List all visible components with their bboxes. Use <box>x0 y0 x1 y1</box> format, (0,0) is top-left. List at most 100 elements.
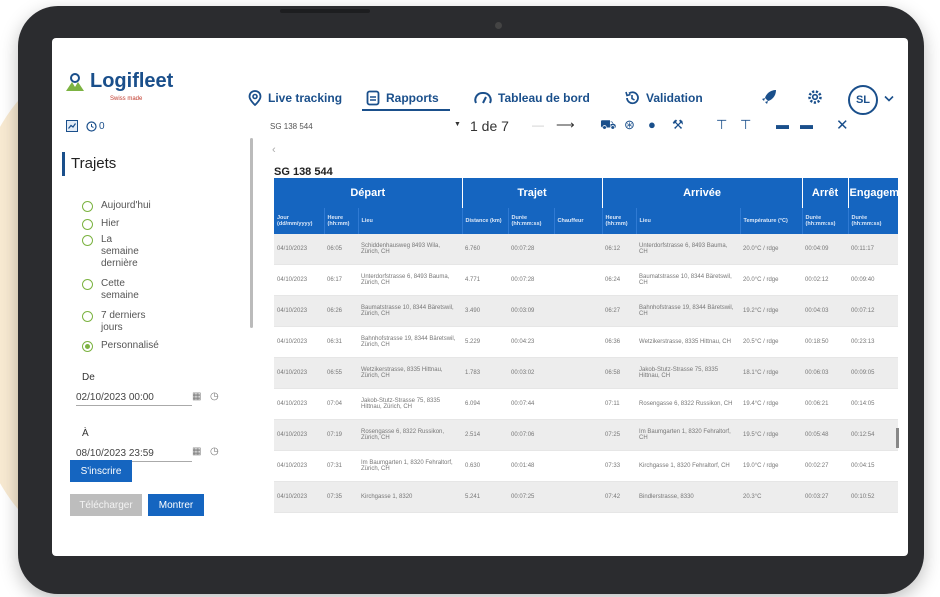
vehicle-select[interactable]: SG 138 544 <box>270 122 313 131</box>
column-header[interactable]: Durée (hh:mm:ss) <box>508 208 555 234</box>
table-cell: 00:03:27 <box>802 481 849 513</box>
clock-tab[interactable]: 0 <box>86 121 105 132</box>
column-header[interactable]: Température (°C) <box>740 208 803 234</box>
table-cell: Wetzikerstrasse, 8335 Hittnau, Zürich, C… <box>358 357 463 389</box>
export-icon[interactable]: ▬ <box>776 117 789 132</box>
table-cell: 00:04:03 <box>802 295 849 327</box>
period-option[interactable]: La semaine dernière <box>82 234 152 270</box>
column-header[interactable]: Lieu <box>636 208 741 234</box>
prev-page-icon[interactable]: — <box>532 118 544 132</box>
table-cell: Baumatstrasse 10, 8344 Bäretswil, Zürich… <box>358 295 463 327</box>
radio-button[interactable] <box>82 235 93 246</box>
table-row[interactable]: 04/10/2023 06:55 Wetzikerstrasse, 8335 Hit… <box>274 357 898 389</box>
table-cell: 00:10:52 <box>848 481 898 513</box>
dropdown-arrow-icon[interactable]: ▼ <box>454 121 461 128</box>
table-row[interactable]: 04/10/2023 06:26 Baumatstrasse 10, 8344 Bä… <box>274 295 898 327</box>
table-cell: Unterdorfstrasse 6, 8493 Bauma, Zürich, … <box>358 264 463 296</box>
align-top-icon[interactable]: ⊤ <box>716 117 727 133</box>
chevron-down-icon[interactable] <box>884 95 894 103</box>
column-header[interactable]: Durée (hh:mm:ss) <box>848 208 898 234</box>
avatar[interactable]: SL <box>848 85 878 115</box>
subscribe-button[interactable]: S'inscrire <box>70 460 132 482</box>
table-row[interactable]: 04/10/2023 07:19 Rosengasse 6, 8322 Russik… <box>274 419 898 451</box>
table-cell: 04/10/2023 <box>274 450 324 482</box>
radio-button-selected[interactable] <box>82 341 93 352</box>
table-row[interactable]: 04/10/2023 06:05 Schiddenhausweg 8493 Wila… <box>274 234 898 265</box>
column-header[interactable]: Lieu <box>358 208 463 234</box>
logo[interactable]: Logifleet <box>64 70 173 93</box>
table-cell: 18.1°C / rdge <box>740 357 803 389</box>
clock-icon[interactable]: ◷ <box>210 446 219 457</box>
rocket-icon[interactable] <box>760 88 778 106</box>
table-cell: 07:33 <box>602 450 637 482</box>
period-option[interactable]: Cette semaine <box>82 278 152 302</box>
back-chevron-icon[interactable]: ‹ <box>272 144 276 156</box>
radio-button[interactable] <box>82 279 93 290</box>
table-row[interactable]: 04/10/2023 07:31 Im Baumgarten 1, 8320 Feh… <box>274 450 898 482</box>
nav-label: Validation <box>646 91 703 105</box>
table-cell: 00:06:21 <box>802 388 849 420</box>
column-header[interactable]: Durée (hh:mm:ss) <box>802 208 849 234</box>
radio-button[interactable] <box>82 311 93 322</box>
close-icon[interactable]: ✕ <box>836 116 849 134</box>
driver-icon[interactable]: ● <box>648 117 656 132</box>
show-button[interactable]: Montrer <box>148 494 204 516</box>
nav-rapports[interactable]: Rapports <box>366 90 439 106</box>
table-cell: 06:27 <box>602 295 637 327</box>
nav-live-tracking[interactable]: Live tracking <box>248 90 342 106</box>
print-icon[interactable]: ▬ <box>800 117 813 132</box>
table-row[interactable]: 04/10/2023 07:35 Kirchgasse 1, 8320 5.241 00… <box>274 481 898 513</box>
period-label: Hier <box>101 218 120 229</box>
table-cell <box>554 481 603 513</box>
calendar-icon[interactable]: ▦ <box>192 391 201 402</box>
next-page-icon[interactable]: ⟶ <box>556 117 575 133</box>
table-cell: 04/10/2023 <box>274 481 324 513</box>
steering-wheel-icon[interactable]: ⊛ <box>624 117 635 133</box>
table-row[interactable]: 04/10/2023 06:17 Unterdorfstrasse 6, 8493 … <box>274 264 898 296</box>
clock-icon[interactable]: ◷ <box>210 391 219 402</box>
radio-button[interactable] <box>82 219 93 230</box>
table-cell: 6.760 <box>462 234 509 265</box>
column-header[interactable]: Heure (hh:mm) <box>602 208 637 234</box>
radio-button[interactable] <box>82 201 93 212</box>
group-header-depart: Départ <box>274 178 463 208</box>
nav-label: Live tracking <box>268 91 343 105</box>
nav-tableau-de-bord[interactable]: Tableau de bord <box>474 90 590 106</box>
table-cell: 07:35 <box>324 481 358 513</box>
download-button[interactable]: Télécharger <box>70 494 142 516</box>
period-option[interactable]: Hier <box>82 218 119 230</box>
table-cell <box>554 388 603 420</box>
calendar-icon[interactable]: ▦ <box>192 446 201 457</box>
sidebar-scrollbar[interactable] <box>250 138 253 328</box>
table-cell: Im Baumgarten 1, 8320 Fehraltorf, Zürich… <box>358 450 463 482</box>
table-cell: 00:04:09 <box>802 234 849 265</box>
from-date-input[interactable]: 02/10/2023 00:00 <box>76 392 192 406</box>
period-option-selected[interactable]: Personnalisé <box>82 340 159 352</box>
table-cell: 5.229 <box>462 326 509 358</box>
column-header[interactable]: Chauffeur <box>554 208 603 234</box>
table-cell: Bahnhofstrasse 19, 8344 Bäretswil, CH <box>636 295 741 327</box>
column-header[interactable]: Jour (dd/mm/yyyy) <box>274 208 325 234</box>
align-bottom-icon[interactable]: ⊤ <box>740 117 751 133</box>
column-header[interactable]: Heure (hh:mm) <box>324 208 359 234</box>
table-cell: Wetzikerstrasse, 8335 Hittnau, CH <box>636 326 741 358</box>
table-cell: 00:07:12 <box>848 295 898 327</box>
column-header[interactable]: Distance (km) <box>462 208 509 234</box>
table-cell <box>554 295 603 327</box>
report-title: SG 138 544 <box>274 166 333 178</box>
table-cell: 07:11 <box>602 388 637 420</box>
period-option[interactable]: 7 derniers jours <box>82 310 162 334</box>
table-cell: 20.3°C <box>740 481 803 513</box>
group-header-arret: Arrêt <box>802 178 849 208</box>
period-option[interactable]: Aujourd'hui <box>82 200 151 212</box>
table-row[interactable]: 04/10/2023 06:31 Bahnhofstrasse 19, 8344 B… <box>274 326 898 358</box>
table-row[interactable]: 04/10/2023 07:04 Jakob-Stutz-Strasse 75, 8… <box>274 388 898 420</box>
car-icon[interactable]: ⛟ <box>600 117 616 135</box>
gear-icon[interactable] <box>806 88 824 106</box>
table-cell: 00:04:23 <box>508 326 555 358</box>
report-toolbar: SG 138 544 ▼ 1 de 7 — ⟶ ⛟ ⊛ ● ⚒ ⊤ ⊤ ▬ ▬ … <box>264 117 904 140</box>
report-tab-icon[interactable] <box>66 120 78 132</box>
tools-icon[interactable]: ⚒ <box>672 117 684 133</box>
nav-validation[interactable]: Validation <box>624 90 703 106</box>
table-scrollbar[interactable] <box>896 428 899 448</box>
